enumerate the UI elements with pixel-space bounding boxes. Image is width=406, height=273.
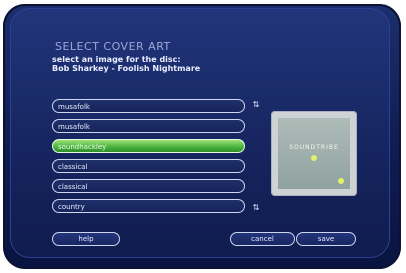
list-item-label: musafolk xyxy=(58,123,90,131)
cover-art-preview: SOUNDTRIBE xyxy=(271,111,357,196)
list-item-label: musafolk xyxy=(58,103,90,111)
list-item-label: classical xyxy=(58,183,88,191)
help-button[interactable]: help xyxy=(52,232,120,246)
scroll-arrow-down-icon[interactable]: ⇅ xyxy=(252,204,260,212)
cover-art-dot xyxy=(311,155,317,161)
dialog-prompt: select an image for the disc: Bob Sharke… xyxy=(52,55,200,73)
cancel-button[interactable]: cancel xyxy=(230,232,295,246)
scroll-arrow-up-icon[interactable]: ⇅ xyxy=(252,101,260,109)
save-button[interactable]: save xyxy=(296,232,356,246)
list-item[interactable]: musafolk xyxy=(52,119,245,133)
list-item-selected[interactable]: soundhackley xyxy=(52,139,245,153)
cover-art-dot xyxy=(338,178,344,184)
list-item[interactable]: musafolk xyxy=(52,99,245,113)
list-item[interactable]: classical xyxy=(52,179,245,193)
list-item[interactable]: country xyxy=(52,199,245,213)
list-item-label: classical xyxy=(58,163,88,171)
prompt-line-2: Bob Sharkey - Foolish Nightmare xyxy=(52,64,201,73)
list-item-label: country xyxy=(58,203,85,211)
prompt-line-1: select an image for the disc: xyxy=(52,55,181,64)
list-item[interactable]: classical xyxy=(52,159,245,173)
cover-art-image: SOUNDTRIBE xyxy=(278,118,350,189)
list-item-label: soundhackley xyxy=(58,143,107,151)
cover-art-text: SOUNDTRIBE xyxy=(289,144,339,151)
cover-art-list: musafolk musafolk soundhackley classical… xyxy=(52,99,245,219)
dialog-title: SELECT COVER ART xyxy=(55,40,171,53)
